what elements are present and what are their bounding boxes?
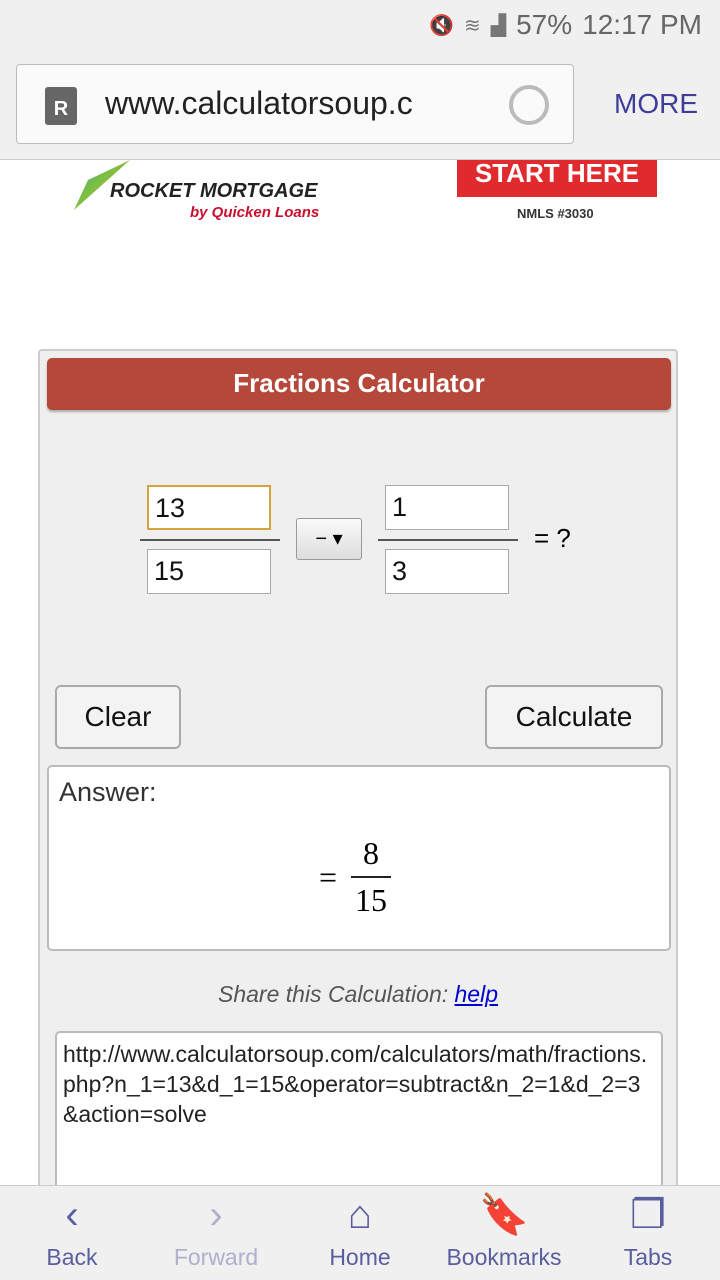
bottom-nav: ‹ Back › Forward ⌂ Home 🔖 Bookmarks ❐ Tabs <box>0 1185 720 1280</box>
advertisement[interactable]: ROCKET MORTGAGE by Quicken Loans START H… <box>0 160 720 230</box>
denominator-1-input[interactable]: 15 <box>147 549 271 594</box>
reader-mode-icon[interactable]: R <box>45 87 77 125</box>
browser-toolbar: R www.calculatorsoup.c MORE <box>0 50 720 160</box>
clear-button[interactable]: Clear <box>55 685 181 749</box>
fractions-calculator: Fractions Calculator 13 15 − ▾ 1 3 = ? C… <box>38 349 678 1209</box>
share-url-textarea[interactable]: http://www.calculatorsoup.com/calculator… <box>55 1031 663 1201</box>
numerator-2-input[interactable]: 1 <box>385 485 509 530</box>
url-bar[interactable]: R www.calculatorsoup.c <box>16 64 574 144</box>
more-button[interactable]: MORE <box>614 88 698 120</box>
back-button[interactable]: ‹ Back <box>0 1186 144 1280</box>
back-icon: ‹ <box>65 1193 79 1237</box>
answer-label: Answer: <box>59 777 157 807</box>
signal-icon: ▟ <box>490 14 507 37</box>
ad-sub: by Quicken Loans <box>190 204 320 221</box>
operator-select[interactable]: − ▾ <box>296 518 362 560</box>
mute-icon: 🔇 <box>429 14 454 37</box>
start-here-button[interactable]: START HERE <box>457 160 657 197</box>
home-icon: ⌂ <box>347 1193 373 1237</box>
answer-denominator: 15 <box>355 882 388 918</box>
tabs-icon: ❐ <box>630 1193 666 1237</box>
share-line: Share this Calculation: help <box>40 981 676 1008</box>
status-bar: 🔇 ≋ ▟ 57% 12:17 PM <box>0 0 720 50</box>
nmls-text: NMLS #3030 <box>517 206 594 221</box>
calculator-title: Fractions Calculator <box>47 358 671 410</box>
wifi-icon: ≋ <box>463 14 481 37</box>
fraction-bar <box>140 539 280 541</box>
tabs-button[interactable]: ❐ Tabs <box>576 1186 720 1280</box>
denominator-2-input[interactable]: 3 <box>385 549 509 594</box>
forward-button[interactable]: › Forward <box>144 1186 288 1280</box>
fraction-bar <box>378 539 518 541</box>
calculate-button[interactable]: Calculate <box>485 685 663 749</box>
numerator-1-input[interactable]: 13 <box>147 485 271 530</box>
home-button[interactable]: ⌂ Home <box>288 1186 432 1280</box>
battery-level: 57% <box>516 9 573 40</box>
answer-box: Answer: = 8 15 <box>47 765 671 951</box>
reload-icon[interactable] <box>509 85 549 125</box>
forward-icon: › <box>209 1193 223 1237</box>
help-link[interactable]: help <box>455 981 498 1007</box>
answer-fraction: = 8 15 <box>319 835 392 919</box>
ad-brand: ROCKET MORTGAGE <box>110 180 318 202</box>
url-text[interactable]: www.calculatorsoup.c <box>105 85 413 122</box>
bookmark-icon: 🔖 <box>479 1193 529 1237</box>
equals-question: = ? <box>534 523 571 553</box>
bookmarks-button[interactable]: 🔖 Bookmarks <box>432 1186 576 1280</box>
share-label: Share this Calculation: <box>218 981 449 1007</box>
answer-numerator: 8 <box>363 835 380 871</box>
clock: 12:17 PM <box>582 9 702 40</box>
answer-equals: = <box>319 858 338 895</box>
